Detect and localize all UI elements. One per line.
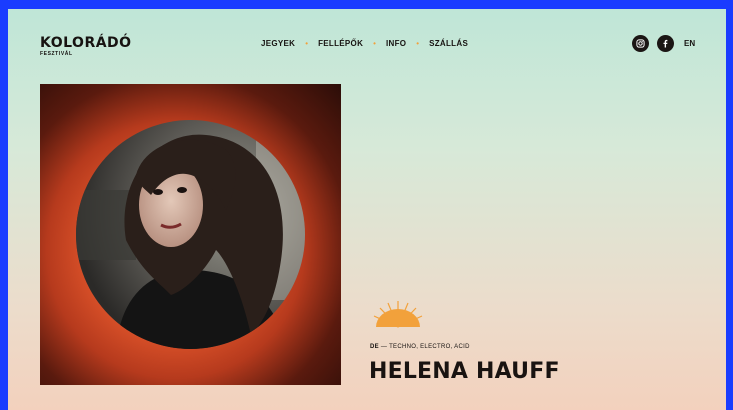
facebook-icon[interactable] xyxy=(657,35,674,52)
social-links: EN xyxy=(632,35,695,52)
sun-icon xyxy=(373,301,423,328)
artist-origin: DE xyxy=(370,344,379,350)
artist-photo-card xyxy=(40,84,341,385)
brand-name: KOLORÁDÓ xyxy=(40,35,132,51)
page: KOLORÁDÓ FESZTIVÁL JEGYEK • FELLÉPŐK • I… xyxy=(8,9,726,410)
nav-item-fellepok[interactable]: FELLÉPŐK xyxy=(318,39,363,48)
artist-meta: DE — TECHNO, ELECTRO, ACID xyxy=(370,344,470,350)
nav-separator: • xyxy=(373,39,376,48)
nav-item-szallas[interactable]: SZÁLLÁS xyxy=(429,39,468,48)
nav-item-jegyek[interactable]: JEGYEK xyxy=(261,39,295,48)
nav-separator: • xyxy=(416,39,420,48)
main-nav: JEGYEK • FELLÉPŐK • INFO • SZÁLLÁS xyxy=(261,39,468,48)
artist-genres: — TECHNO, ELECTRO, ACID xyxy=(380,344,470,350)
instagram-icon[interactable] xyxy=(632,35,649,52)
artist-name: HELENA HAUFF xyxy=(369,359,560,384)
artist-portrait xyxy=(76,120,305,349)
language-switch[interactable]: EN xyxy=(684,39,695,48)
brand-subtitle: FESZTIVÁL xyxy=(40,51,73,57)
nav-item-info[interactable]: INFO xyxy=(386,39,406,48)
brand-logo[interactable]: KOLORÁDÓ FESZTIVÁL xyxy=(40,36,132,57)
nav-separator: • xyxy=(305,39,309,48)
